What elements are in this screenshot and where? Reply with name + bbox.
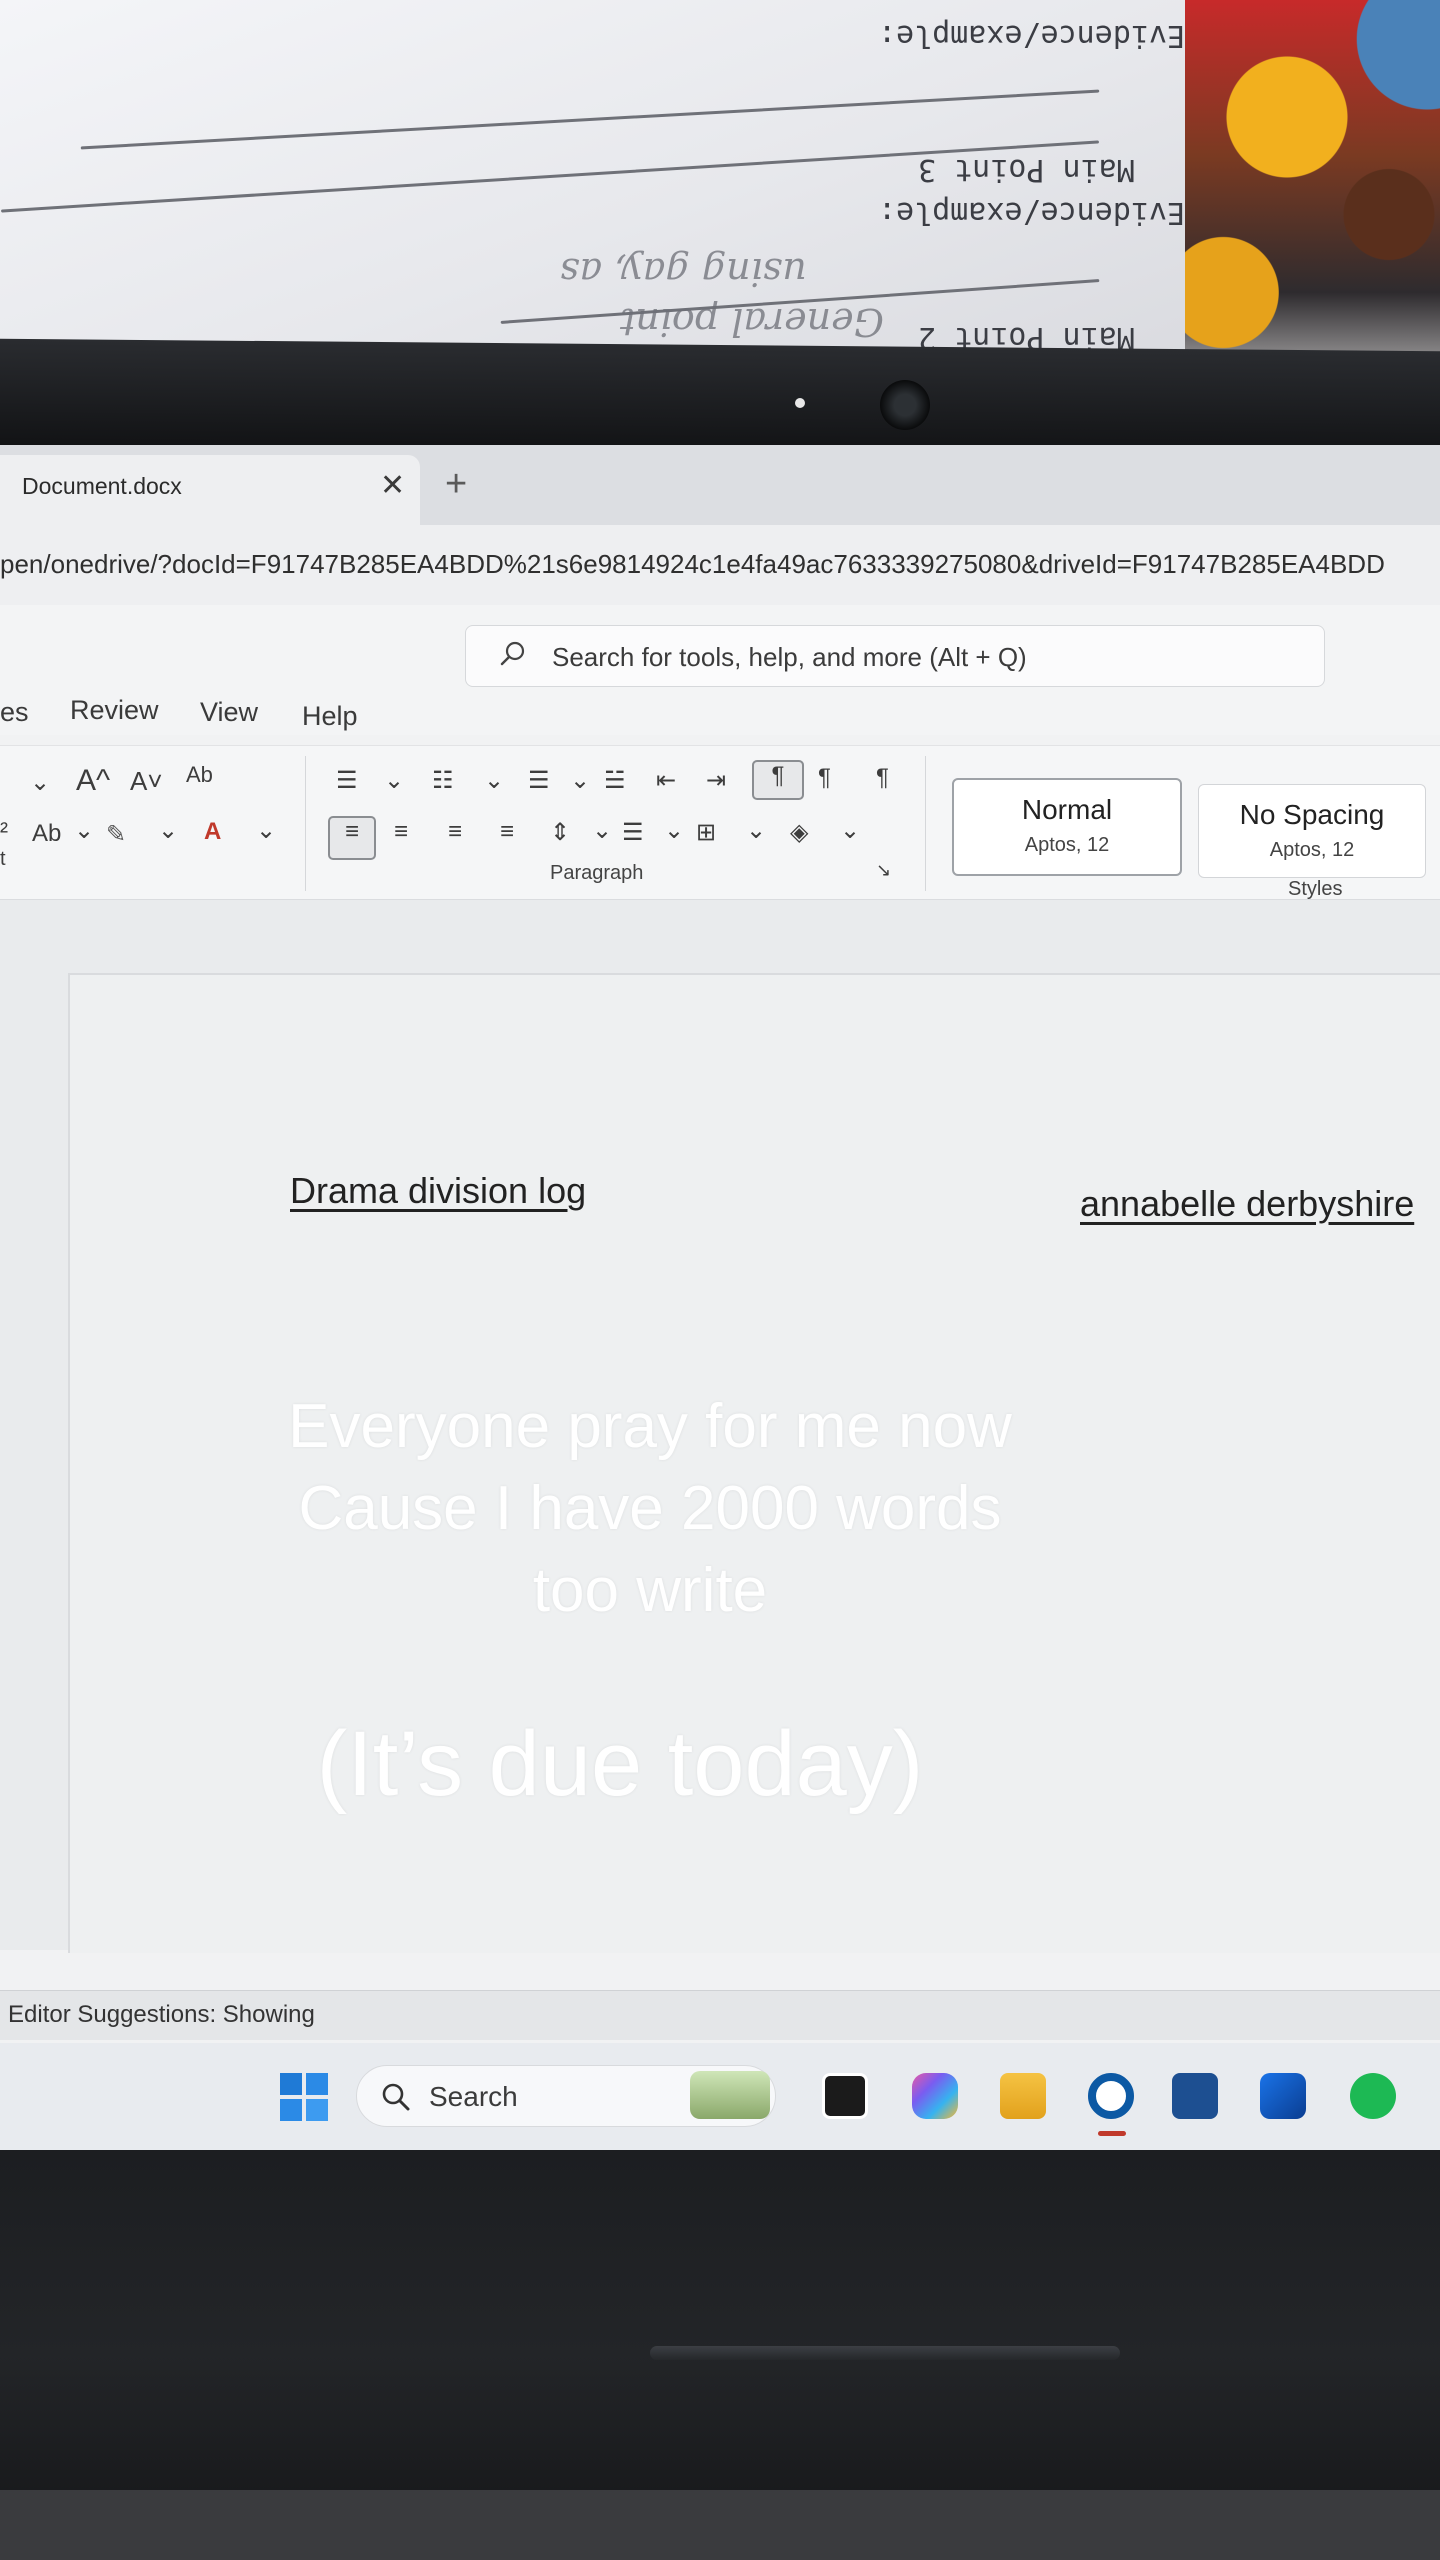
style-normal[interactable]: Normal Aptos, 12 <box>952 778 1182 876</box>
taskbar: Search <box>0 2043 1440 2150</box>
editor-suggestions-status[interactable]: Editor Suggestions: Showing <box>8 2001 315 2029</box>
widgets-icon[interactable] <box>690 2071 770 2119</box>
text-effects-button[interactable]: Ab <box>32 820 61 848</box>
shading-icon[interactable]: ◈ <box>790 818 808 847</box>
multilevel-list-icon[interactable]: ☰ <box>528 766 550 795</box>
paper-handwriting: using gay, as <box>560 250 807 294</box>
menu-references[interactable]: es <box>0 697 29 728</box>
menu-help[interactable]: Help <box>302 701 358 732</box>
increase-indent-icon[interactable]: ⇥ <box>706 766 726 795</box>
document-title[interactable]: Drama division log <box>290 1170 586 1212</box>
numbering-icon[interactable]: ☷ <box>432 766 454 795</box>
caption-line-4: (It’s due today) <box>316 1713 924 1815</box>
paper-rule <box>80 89 1100 150</box>
search-input[interactable]: Search for tools, help, and more (Alt + … <box>465 625 1325 687</box>
store-icon[interactable] <box>1172 2073 1218 2119</box>
style-no-spacing-font: Aptos, 12 <box>1269 839 1355 861</box>
active-app-indicator <box>1098 2131 1126 2136</box>
highlighter-icon[interactable]: ✎ <box>106 820 126 849</box>
windows-start-icon[interactable] <box>280 2073 328 2121</box>
webcam-light <box>795 398 805 408</box>
menu-review[interactable]: Review <box>70 695 159 726</box>
paragraph-group-label: Paragraph <box>550 862 644 884</box>
multilevel-dropdown-icon[interactable]: ⌄ <box>570 766 590 795</box>
browser-tab-bar: Document.docx ✕ + <box>0 445 1440 525</box>
font-color-dropdown-icon[interactable]: ⌄ <box>256 816 276 845</box>
ribbon: ⌄ A^ A˅ Ab ² Ab ⌄ ✎ ⌄ A ⌄ t ☰ ⌄ ☷ ⌄ ☰ ⌄ … <box>0 745 1440 900</box>
menu-view[interactable]: View <box>200 697 258 728</box>
grow-font-button[interactable]: A^ <box>76 764 110 798</box>
style-no-spacing[interactable]: No Spacing Aptos, 12 <box>1198 784 1426 878</box>
font-group-label: t <box>0 848 6 870</box>
shrink-font-button[interactable]: A˅ <box>130 766 163 797</box>
laptop-hinge <box>650 2346 1120 2360</box>
line-spacing-dropdown-icon[interactable]: ⌄ <box>592 816 612 845</box>
align-right-icon[interactable]: ≡ <box>448 818 462 846</box>
search-placeholder: Search for tools, help, and more (Alt + … <box>552 642 1027 672</box>
file-explorer-icon[interactable] <box>1000 2073 1046 2119</box>
align-center-icon[interactable]: ≡ <box>394 818 408 846</box>
ribbon-separator <box>925 756 926 891</box>
paper-text-main-point-3: Main Point 3 <box>918 152 1135 187</box>
bullets-icon[interactable]: ☰ <box>336 766 358 795</box>
status-bar: Editor Suggestions: Showing <box>0 1990 1440 2040</box>
caption-line-2: Cause I have 2000 words <box>298 1474 1002 1543</box>
address-bar[interactable]: pen/onedrive/?docId=F91747B285EA4BDD%21s… <box>0 525 1440 605</box>
paper-sheet: Evidence/example: Main Point 3 Evidence/… <box>0 0 1185 385</box>
style-no-spacing-name: No Spacing <box>1239 799 1385 830</box>
spotify-icon[interactable] <box>1350 2073 1396 2119</box>
style-normal-name: Normal <box>1021 794 1113 825</box>
numbering-dropdown-icon[interactable]: ⌄ <box>484 766 504 795</box>
close-icon[interactable]: ✕ <box>380 468 405 503</box>
caption-block: Everyone pray for me now Cause I have 20… <box>0 1386 1300 1632</box>
show-formatting-icon[interactable]: ¶ <box>876 764 889 792</box>
font-size-dropdown-icon[interactable]: ⌄ <box>30 768 50 797</box>
task-view-icon[interactable] <box>822 2073 868 2119</box>
copilot-icon[interactable] <box>912 2073 958 2119</box>
webcam <box>880 380 930 430</box>
table-surface <box>0 2490 1440 2560</box>
caption-line-1: Everyone pray for me now <box>288 1392 1012 1461</box>
laptop-bezel <box>0 338 1440 462</box>
line-spacing-icon[interactable]: ⇕ <box>550 818 570 847</box>
text-effects-dropdown-icon[interactable]: ⌄ <box>74 816 94 845</box>
bullets-dropdown-icon[interactable]: ⌄ <box>384 766 404 795</box>
styles-group-label: Styles <box>1288 878 1343 900</box>
caption-line-3: too write <box>532 1556 768 1625</box>
browser-tab[interactable]: Document.docx ✕ <box>0 455 420 525</box>
checklist-icon[interactable]: ☱ <box>604 766 626 795</box>
outlook-icon[interactable] <box>1260 2073 1306 2119</box>
align-left-icon[interactable]: ≡ <box>328 816 376 860</box>
search-icon <box>500 641 525 666</box>
new-tab-button[interactable]: + <box>445 463 467 506</box>
url-text[interactable]: pen/onedrive/?docId=F91747B285EA4BDD%21s… <box>0 549 1385 580</box>
edge-browser-icon[interactable] <box>1088 2073 1134 2119</box>
ribbon-separator <box>305 756 306 891</box>
justify-icon[interactable]: ≡ <box>500 818 514 846</box>
font-color-icon[interactable]: A <box>204 818 221 846</box>
borders-dropdown-icon[interactable]: ⌄ <box>746 816 766 845</box>
highlight-dropdown-icon[interactable]: ⌄ <box>158 816 178 845</box>
style-normal-font: Aptos, 12 <box>1024 834 1110 856</box>
paper-text-evidence-1: Evidence/example: <box>878 18 1185 53</box>
document-author[interactable]: annabelle derbyshire <box>1080 1183 1414 1225</box>
decrease-indent-icon[interactable]: ⇤ <box>656 766 676 795</box>
shading-dropdown-icon[interactable]: ⌄ <box>840 816 860 845</box>
clear-formatting-button[interactable]: Ab <box>186 762 213 788</box>
ltr-paragraph-icon[interactable]: ¶ <box>752 760 804 800</box>
tab-title: Document.docx <box>22 473 182 499</box>
taskbar-search-label: Search <box>429 2081 518 2112</box>
search-icon <box>382 2083 410 2111</box>
borders-icon[interactable]: ⊞ <box>696 818 716 847</box>
paragraph-spacing-icon[interactable]: ☰ <box>622 818 644 847</box>
rtl-paragraph-icon[interactable]: ¶ <box>818 764 831 792</box>
paragraph-spacing-dropdown-icon[interactable]: ⌄ <box>664 816 684 845</box>
fabric-background <box>1185 0 1440 390</box>
paper-handwriting: General point <box>620 300 884 344</box>
laptop-screen: Document.docx ✕ + pen/onedrive/?docId=F9… <box>0 445 1440 2150</box>
paragraph-settings-icon[interactable]: ↘ <box>876 860 891 881</box>
paper-text-evidence-2: Evidence/example: <box>878 195 1185 230</box>
superscript-icon[interactable]: ² <box>0 818 8 846</box>
